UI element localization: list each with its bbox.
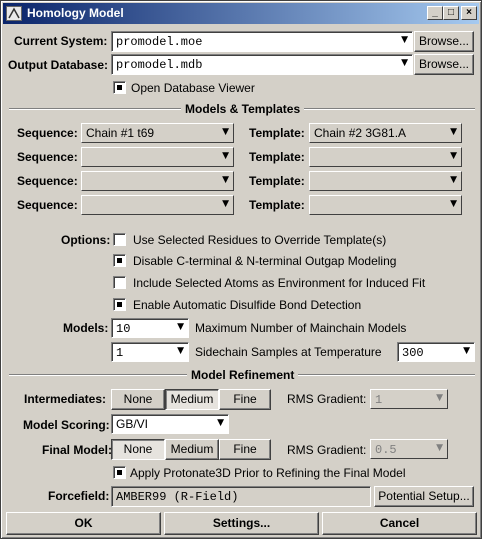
open-viewer-label: Open Database Viewer: [131, 81, 255, 95]
close-icon[interactable]: ×: [461, 6, 477, 20]
intermediates-rms-label: RMS Gradient:: [287, 392, 367, 406]
app-icon: [6, 6, 22, 21]
homology-model-window: Homology Model _ □ × Current System: pro…: [0, 0, 482, 539]
minimize-icon[interactable]: _: [427, 6, 443, 20]
sidechain-samples-select[interactable]: 1 ▼: [111, 342, 189, 362]
chevron-down-icon[interactable]: ▼: [436, 393, 443, 403]
sidechain-samples-label: Sidechain Samples at Temperature: [195, 345, 382, 359]
current-system-value: promodel.moe: [116, 35, 203, 49]
final-none-button[interactable]: None: [111, 439, 165, 460]
sequence-label: Sequence:: [17, 198, 78, 212]
chevron-down-icon[interactable]: ▼: [177, 322, 184, 332]
template-select-2[interactable]: ▼: [309, 147, 462, 167]
final-rms-select[interactable]: 0.5 ▼: [370, 439, 448, 459]
protonate3d-checkbox[interactable]: [113, 466, 126, 479]
sequence-select-4[interactable]: ▼: [81, 195, 234, 215]
sequence-value-1: Chain #1 t69: [86, 126, 155, 140]
forcefield-label: Forcefield:: [48, 489, 110, 503]
maximize-icon[interactable]: □: [443, 6, 459, 20]
temperature-select[interactable]: 300 ▼: [397, 342, 475, 362]
sequence-label: Sequence:: [17, 126, 78, 140]
window-title: Homology Model: [27, 6, 124, 20]
current-system-label: Current System:: [14, 34, 108, 48]
mainchain-models-label: Maximum Number of Mainchain Models: [195, 321, 407, 335]
options-label: Options:: [61, 233, 111, 247]
override-template-checkbox[interactable]: [113, 233, 126, 246]
mainchain-models-value: 10: [116, 322, 131, 336]
final-rms-value: 0.5: [375, 443, 397, 457]
template-label: Template:: [249, 198, 305, 212]
template-label: Template:: [249, 126, 305, 140]
template-label: Template:: [249, 174, 305, 188]
intermediates-rms-value: 1: [375, 393, 383, 407]
chevron-down-icon[interactable]: ▼: [222, 127, 229, 137]
models-label: Models:: [63, 321, 109, 335]
final-medium-button[interactable]: Medium: [165, 439, 219, 460]
cancel-button[interactable]: Cancel: [322, 512, 477, 535]
chevron-down-icon[interactable]: ▼: [450, 151, 457, 161]
sequence-select-1[interactable]: Chain #1 t69 ▼: [81, 123, 234, 143]
disable-outgap-checkbox[interactable]: [113, 254, 126, 267]
model-refinement-title: Model Refinement: [187, 368, 299, 382]
temperature-value: 300: [402, 346, 424, 360]
intermediates-none-button[interactable]: None: [111, 389, 165, 410]
model-scoring-select[interactable]: GB/VI ▼: [111, 414, 229, 434]
model-scoring-value: GB/VI: [116, 417, 149, 431]
chevron-down-icon[interactable]: ▼: [463, 346, 470, 356]
ok-button[interactable]: OK: [6, 512, 161, 535]
browse-system-button[interactable]: Browse...: [414, 31, 474, 52]
chevron-down-icon[interactable]: ▼: [177, 346, 184, 356]
chevron-down-icon[interactable]: ▼: [450, 199, 457, 209]
intermediates-medium-button[interactable]: Medium: [165, 389, 219, 410]
output-database-field[interactable]: promodel.mdb ▼: [111, 54, 413, 75]
chevron-down-icon[interactable]: ▼: [436, 443, 443, 453]
chevron-down-icon[interactable]: ▼: [222, 199, 229, 209]
title-bar[interactable]: Homology Model _ □ ×: [3, 3, 479, 24]
model-scoring-label: Model Scoring:: [23, 418, 110, 432]
models-templates-title: Models & Templates: [181, 102, 305, 116]
protonate3d-label: Apply Protonate3D Prior to Refining the …: [130, 466, 406, 480]
template-select-3[interactable]: ▼: [309, 171, 462, 191]
sequence-label: Sequence:: [17, 174, 78, 188]
chevron-down-icon[interactable]: ▼: [450, 175, 457, 185]
induced-fit-label: Include Selected Atoms as Environment fo…: [133, 276, 426, 290]
mainchain-models-select[interactable]: 10 ▼: [111, 318, 189, 338]
output-database-label: Output Database:: [8, 58, 109, 72]
final-fine-button[interactable]: Fine: [219, 439, 271, 460]
sequence-select-3[interactable]: ▼: [81, 171, 234, 191]
chevron-down-icon[interactable]: ▼: [401, 58, 408, 68]
current-system-field[interactable]: promodel.moe ▼: [111, 31, 413, 52]
intermediates-fine-button[interactable]: Fine: [219, 389, 271, 410]
final-model-label: Final Model:: [42, 443, 112, 457]
template-select-1[interactable]: Chain #2 3G81.A ▼: [309, 123, 462, 143]
sidechain-samples-value: 1: [116, 346, 124, 360]
forcefield-value: AMBER99 (R-Field): [116, 490, 239, 504]
disulfide-checkbox[interactable]: [113, 298, 126, 311]
open-viewer-checkbox[interactable]: [113, 81, 126, 94]
chevron-down-icon[interactable]: ▼: [450, 127, 457, 137]
template-select-4[interactable]: ▼: [309, 195, 462, 215]
output-database-value: promodel.mdb: [116, 58, 203, 72]
sequence-select-2[interactable]: ▼: [81, 147, 234, 167]
intermediates-label: Intermediates:: [24, 392, 107, 406]
disable-outgap-label: Disable C-terminal & N-terminal Outgap M…: [133, 254, 397, 268]
settings-button[interactable]: Settings...: [164, 512, 319, 535]
disulfide-label: Enable Automatic Disulfide Bond Detectio…: [133, 298, 362, 312]
potential-setup-button[interactable]: Potential Setup...: [374, 486, 474, 507]
chevron-down-icon[interactable]: ▼: [222, 175, 229, 185]
forcefield-field[interactable]: AMBER99 (R-Field): [111, 486, 371, 507]
template-label: Template:: [249, 150, 305, 164]
chevron-down-icon[interactable]: ▼: [217, 418, 224, 428]
override-template-label: Use Selected Residues to Override Templa…: [133, 233, 387, 247]
sequence-label: Sequence:: [17, 150, 78, 164]
browse-output-button[interactable]: Browse...: [414, 54, 474, 75]
template-value-1: Chain #2 3G81.A: [314, 126, 407, 140]
chevron-down-icon[interactable]: ▼: [401, 35, 408, 45]
intermediates-rms-select[interactable]: 1 ▼: [370, 389, 448, 409]
final-rms-label: RMS Gradient:: [287, 443, 367, 457]
induced-fit-checkbox[interactable]: [113, 276, 126, 289]
chevron-down-icon[interactable]: ▼: [222, 151, 229, 161]
